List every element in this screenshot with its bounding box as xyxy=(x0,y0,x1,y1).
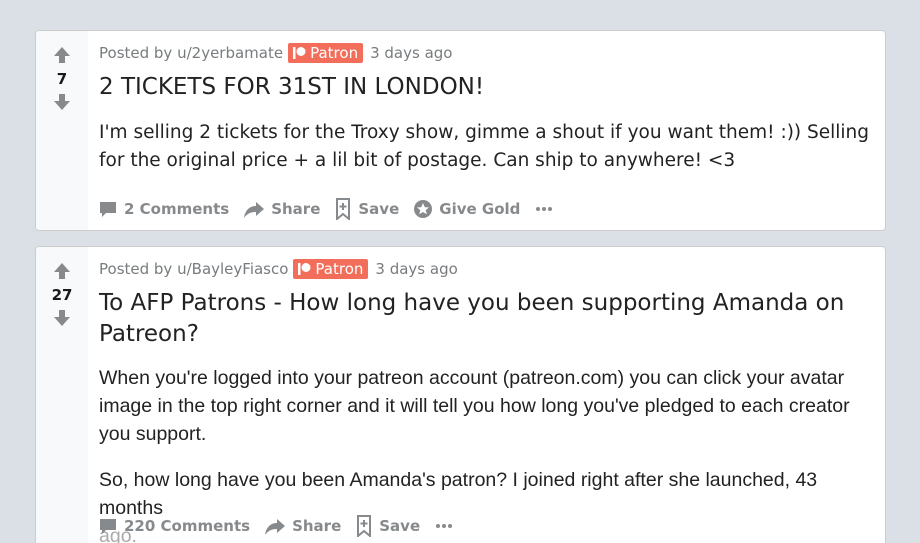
post-meta: Posted by u/BayleyFiasco Patron 3 days a… xyxy=(99,258,873,280)
user-flair: Patron xyxy=(293,259,369,279)
gold-icon xyxy=(414,200,433,218)
comment-icon xyxy=(100,519,116,534)
patreon-icon xyxy=(298,263,311,275)
comments-label: 2 Comments xyxy=(124,200,230,218)
save-button[interactable]: Save xyxy=(355,515,420,537)
share-button[interactable]: Share xyxy=(264,516,341,536)
more-options-button[interactable] xyxy=(434,522,454,530)
more-options-button[interactable] xyxy=(534,205,554,213)
posted-by-label: Posted by xyxy=(99,44,173,62)
upvote-icon[interactable] xyxy=(52,45,72,65)
flair-label: Patron xyxy=(310,44,359,62)
share-icon xyxy=(244,202,265,218)
post-content: Posted by u/2yerbamate Patron 3 days ago… xyxy=(99,31,873,220)
post-actions: 220 Comments Share Save xyxy=(98,511,454,541)
post-card[interactable]: 7 Posted by u/2yerbamate Patron 3 days a… xyxy=(35,30,886,231)
more-icon xyxy=(436,524,453,528)
post-content: Posted by u/BayleyFiasco Patron 3 days a… xyxy=(99,247,873,543)
patreon-icon xyxy=(293,47,306,59)
post-paragraph: I'm selling 2 tickets for the Troxy show… xyxy=(99,122,870,171)
save-icon xyxy=(357,515,372,537)
more-icon xyxy=(536,207,553,211)
share-label: Share xyxy=(271,200,321,218)
give-gold-label: Give Gold xyxy=(439,200,521,218)
post-time[interactable]: 3 days ago xyxy=(375,260,457,278)
comments-label: 220 Comments xyxy=(124,517,251,535)
save-label: Save xyxy=(358,200,400,218)
save-label: Save xyxy=(379,517,421,535)
upvote-icon[interactable] xyxy=(52,261,72,281)
comments-button[interactable]: 2 Comments xyxy=(98,199,229,219)
author-link[interactable]: u/BayleyFiasco xyxy=(177,260,288,278)
post-card[interactable]: 27 Posted by u/BayleyFiasco Patron 3 day… xyxy=(35,246,886,543)
save-icon xyxy=(336,198,351,220)
post-meta: Posted by u/2yerbamate Patron 3 days ago xyxy=(99,42,873,64)
save-button[interactable]: Save xyxy=(334,198,399,220)
flair-label: Patron xyxy=(315,260,364,278)
posted-by-label: Posted by xyxy=(99,260,173,278)
comments-button[interactable]: 220 Comments xyxy=(98,516,250,536)
post-title[interactable]: To AFP Patrons - How long have you been … xyxy=(99,288,873,350)
give-gold-button[interactable]: Give Gold xyxy=(413,199,520,219)
vote-column: 7 xyxy=(36,31,88,230)
vote-score: 7 xyxy=(56,70,68,88)
downvote-icon[interactable] xyxy=(52,92,72,112)
post-time[interactable]: 3 days ago xyxy=(370,44,452,62)
vote-column: 27 xyxy=(36,247,88,543)
post-body: I'm selling 2 tickets for the Troxy show… xyxy=(99,119,873,175)
post-actions: 2 Comments Share Save Give Gold xyxy=(98,194,554,224)
share-icon xyxy=(265,519,286,535)
share-button[interactable]: Share xyxy=(243,199,320,219)
user-flair: Patron xyxy=(288,43,364,63)
author-link[interactable]: u/2yerbamate xyxy=(177,44,283,62)
downvote-icon[interactable] xyxy=(52,308,72,328)
comment-icon xyxy=(100,202,116,217)
vote-score: 27 xyxy=(51,286,73,304)
post-paragraph: When you're logged into your patreon acc… xyxy=(99,367,850,445)
share-label: Share xyxy=(292,517,342,535)
post-title[interactable]: 2 TICKETS FOR 31ST IN LONDON! xyxy=(99,72,873,103)
